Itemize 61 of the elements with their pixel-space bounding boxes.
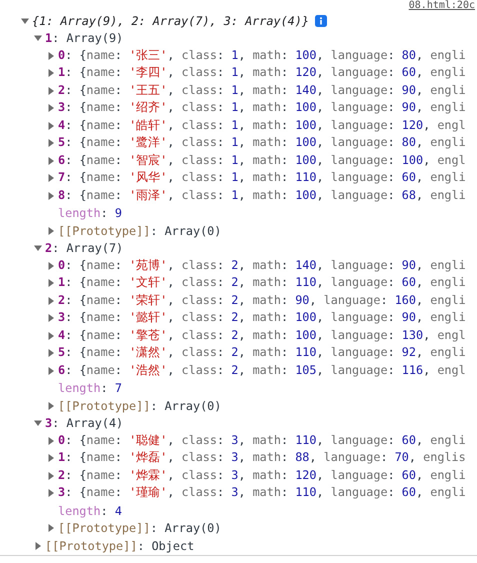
expand-triangle-icon[interactable] (47, 139, 55, 148)
expand-triangle-icon[interactable] (47, 366, 55, 375)
expand-triangle-icon[interactable] (47, 454, 55, 462)
property-entry[interactable]: 2: Array(7) (45, 241, 124, 256)
property-entry[interactable]: 5: {name: '潇然', class: 2, math: 110, language: 92, engli (58, 345, 466, 362)
property-entry[interactable]: 6: {name: '智宸', class: 1, math: 100, language: 100, engl (58, 152, 466, 169)
property-entry[interactable]: 3: {name: '绍齐', class: 1, math: 100, language: 90, engli (58, 100, 466, 116)
property-entry[interactable]: [[Prototype]]: Array(0) (58, 398, 222, 413)
property-entry[interactable]: 2: {name: '荣轩', class: 2, math: 90, language: 160, engli (58, 292, 466, 309)
expand-triangle-icon[interactable] (47, 86, 55, 95)
collapse-triangle-icon[interactable] (34, 244, 42, 252)
collapse-triangle-icon[interactable] (34, 34, 42, 42)
length-entry: length: 9 (58, 206, 122, 220)
property-entry[interactable]: 3: {name: '懿轩', class: 2, math: 100, language: 90, engli (58, 310, 466, 326)
property-entry[interactable]: 1: {name: '文轩', class: 2, math: 110, language: 60, engli (58, 275, 466, 292)
property-entry[interactable]: 4: {name: '擎苍', class: 2, math: 100, language: 130, engl (58, 328, 466, 344)
property-entry[interactable]: 4: {name: '皓轩', class: 1, math: 100, language: 120, engl (58, 118, 466, 134)
property-entry[interactable]: 7: {name: '风华', class: 1, math: 110, language: 60, engli (58, 170, 466, 186)
property-entry[interactable]: 1: {name: '烨磊', class: 3, math: 88, language: 70, englis (58, 450, 466, 466)
expand-triangle-icon[interactable] (47, 52, 55, 60)
expand-triangle-icon[interactable] (47, 104, 55, 112)
property-entry[interactable]: 0: {name: '苑博', class: 2, math: 140, language: 90, engli (58, 258, 466, 274)
expand-triangle-icon[interactable] (47, 524, 55, 532)
property-entry[interactable]: 3: {name: '瑾瑜', class: 3, math: 110, language: 60, engli (58, 485, 466, 502)
length-entry: length: 7 (58, 381, 122, 396)
expand-triangle-icon[interactable] (47, 226, 55, 235)
expand-triangle-icon[interactable] (47, 174, 55, 182)
expand-triangle-icon[interactable] (47, 69, 55, 78)
expand-triangle-icon[interactable] (47, 192, 55, 200)
property-entry[interactable]: 0: {name: '张三', class: 1, math: 100, language: 80, engli (58, 48, 466, 64)
collapse-triangle-icon[interactable] (21, 16, 29, 25)
property-entry[interactable]: 6: {name: '浩然', class: 2, math: 105, language: 116, engl (58, 362, 466, 379)
expand-triangle-icon[interactable] (47, 472, 55, 480)
expand-triangle-icon[interactable] (47, 314, 55, 322)
expand-triangle-icon[interactable] (47, 349, 55, 358)
expand-triangle-icon[interactable] (47, 262, 55, 270)
property-entry[interactable]: [[Prototype]]: Object (45, 538, 194, 553)
expand-triangle-icon[interactable] (47, 279, 55, 288)
expand-triangle-icon[interactable] (47, 332, 55, 340)
property-entry[interactable]: 1: {name: '李四', class: 1, math: 120, language: 60, engli (58, 65, 466, 82)
property-entry[interactable]: 5: {name: '鹭洋', class: 1, math: 100, language: 80, engli (58, 135, 466, 152)
expand-triangle-icon[interactable] (47, 436, 55, 445)
object-summary[interactable]: {1: Array(9), 2: Array(7), 3: Array(4)} (32, 14, 309, 28)
expand-triangle-icon[interactable] (47, 296, 55, 305)
expand-triangle-icon[interactable] (47, 122, 55, 130)
source-link[interactable]: 08.html:20c (408, 0, 475, 11)
property-entry[interactable]: [[Prototype]]: Array(0) (58, 521, 222, 536)
property-entry[interactable]: 3: Array(4) (45, 416, 124, 430)
expand-triangle-icon[interactable] (34, 542, 42, 550)
expand-triangle-icon[interactable] (47, 402, 55, 410)
property-entry[interactable]: 1: Array(9) (45, 31, 124, 46)
collapse-triangle-icon[interactable] (34, 419, 42, 428)
expand-triangle-icon[interactable] (47, 156, 55, 165)
length-entry: length: 4 (58, 504, 122, 518)
property-entry[interactable]: 8: {name: '雨泽', class: 1, math: 100, language: 68, engli (58, 188, 466, 204)
property-entry[interactable]: 2: {name: '烨霖', class: 3, math: 120, language: 60, engli (58, 468, 466, 484)
property-entry[interactable]: [[Prototype]]: Array(0) (58, 224, 222, 238)
info-icon[interactable] (315, 14, 327, 27)
property-entry[interactable]: 0: {name: '聪健', class: 3, math: 110, language: 60, engli (58, 432, 466, 449)
expand-triangle-icon[interactable] (47, 489, 55, 498)
property-entry[interactable]: 2: {name: '王五', class: 1, math: 140, language: 90, engli (58, 82, 466, 99)
